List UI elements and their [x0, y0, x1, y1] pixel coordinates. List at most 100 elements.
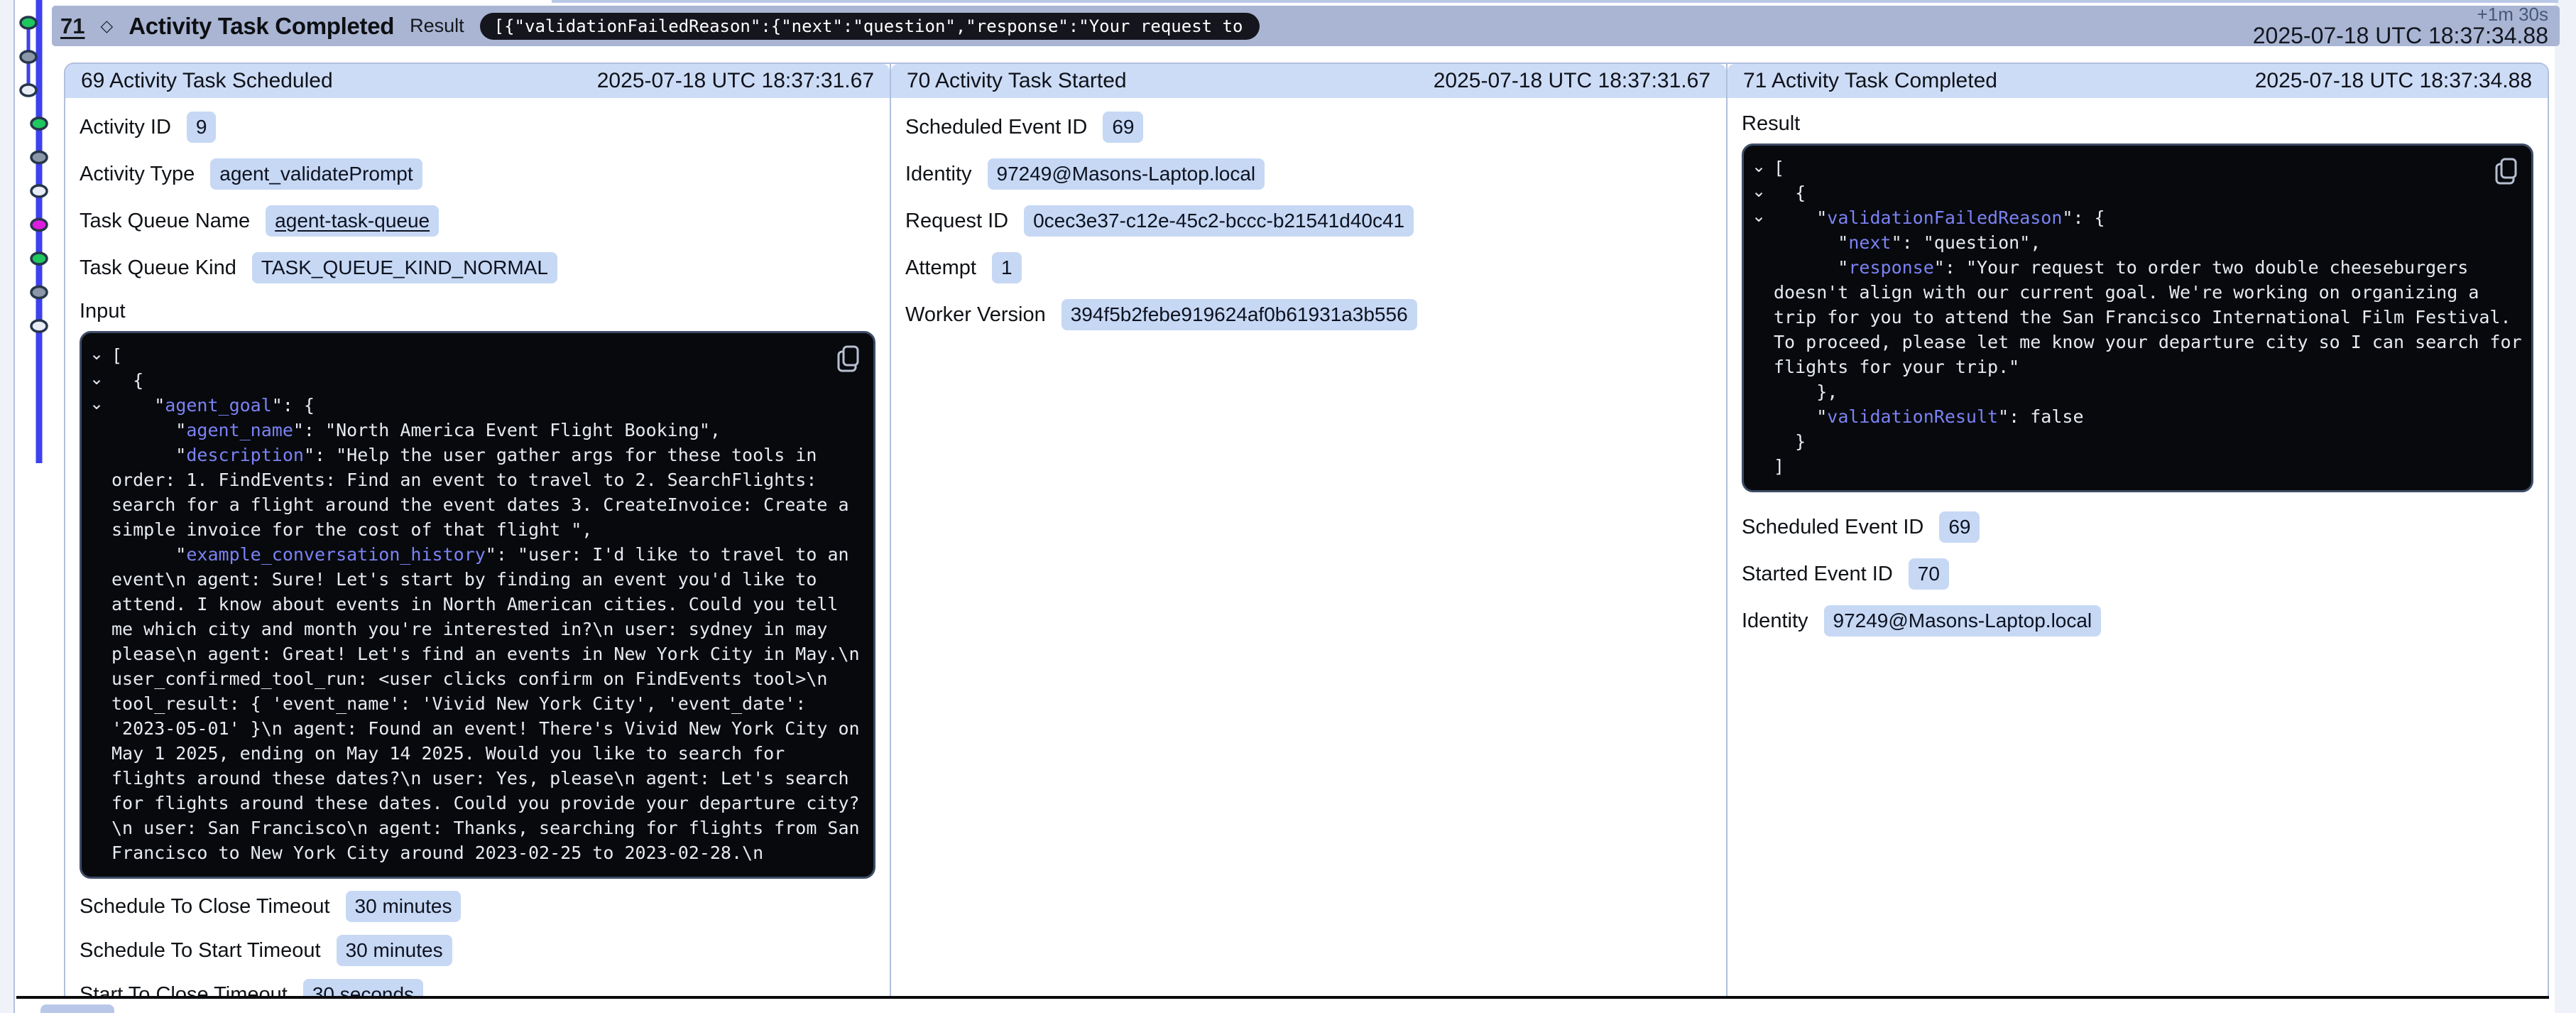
- timeline-dot[interactable]: [31, 185, 47, 197]
- field-row: Attempt1: [905, 244, 1712, 291]
- json-text: doesn't align with our current goal. We'…: [1774, 282, 2479, 303]
- field-label: Worker Version: [905, 303, 1046, 327]
- json-key: description: [186, 445, 304, 465]
- field-row: Activity Typeagent_validatePrompt: [80, 151, 875, 197]
- json-text: {: [1774, 183, 1806, 203]
- field-label: Scheduled Event ID: [905, 116, 1087, 139]
- task-queue-link[interactable]: agent-task-queue: [266, 205, 439, 237]
- field-value-badge: 70: [1909, 558, 1949, 590]
- json-text: flights around these dates?\n user: Yes,…: [111, 768, 849, 789]
- timeline-dot[interactable]: [31, 320, 47, 332]
- timeline-dot[interactable]: [31, 152, 47, 163]
- json-text: tool_result: { 'event_name': 'Vivid New …: [111, 693, 806, 714]
- code-line: "agent_name": "North America Event Fligh…: [82, 418, 865, 443]
- code-line: }: [1744, 429, 2523, 454]
- json-text: ": [1774, 257, 1848, 278]
- json-text: May 1 2025, ending on May 14 2025. Would…: [111, 743, 785, 764]
- code-line: ⌄[: [82, 343, 865, 368]
- timeline-dot[interactable]: [21, 51, 36, 63]
- collapse-caret-icon[interactable]: ⌄: [89, 391, 104, 416]
- json-text: ]: [1774, 456, 1784, 477]
- event-row-collapsed[interactable]: 71 ◇ Activity Task Completed Result [{"v…: [52, 6, 2560, 46]
- field-row: Task Queue Nameagent-task-queue: [80, 197, 875, 244]
- field-value-badge: 1: [992, 252, 1022, 283]
- code-line: event\n agent: Sure! Let's start by find…: [82, 567, 865, 592]
- json-text: user_confirmed_tool_run: <user clicks co…: [111, 668, 827, 689]
- timeline-dot[interactable]: [31, 287, 47, 298]
- field-label: Schedule To Start Timeout: [80, 939, 321, 963]
- event-detail-card: 69 Activity Task Scheduled 2025-07-18 UT…: [64, 63, 2549, 996]
- event-time-group: +1m 30s 2025-07-18 UTC 18:37:34.88: [2253, 5, 2548, 48]
- json-text: }: [1774, 431, 1806, 452]
- column-title: 71 Activity Task Completed: [1743, 69, 1997, 93]
- input-label: Input: [80, 291, 875, 331]
- json-text: ": [1774, 207, 1827, 228]
- field-value-badge: 30 minutes: [346, 891, 462, 922]
- json-text: ": [111, 445, 186, 465]
- code-line: To proceed, please let me know your depa…: [1744, 330, 2523, 354]
- column-activity-task-started: 70 Activity Task Started 2025-07-18 UTC …: [891, 64, 1728, 996]
- json-text: ": [1774, 232, 1848, 253]
- next-event-badge[interactable]: [40, 1004, 114, 1013]
- field-row: Start To Close Timeout30 seconds: [80, 973, 875, 996]
- activity-diamond-icon: ◇: [100, 16, 113, 36]
- field-label: Task Queue Kind: [80, 256, 236, 280]
- result-preview-pill[interactable]: [{"validationFailedReason":{"next":"ques…: [480, 13, 1260, 40]
- field-row: Identity 97249@Masons-Laptop.local: [905, 151, 1712, 197]
- code-line: attend. I know about events in North Ame…: [82, 592, 865, 617]
- field-row: Request ID0cec3e37-c12e-45c2-bccc-b21541…: [905, 197, 1712, 244]
- column-header: 70 Activity Task Started 2025-07-18 UTC …: [891, 64, 1726, 98]
- event-title: Activity Task Completed: [129, 13, 394, 40]
- column-title: 70 Activity Task Started: [907, 69, 1127, 93]
- code-line: order: 1. FindEvents: Find an event to t…: [82, 467, 865, 492]
- collapse-caret-icon[interactable]: ⌄: [1752, 179, 1766, 204]
- code-line: ⌄[: [1744, 156, 2523, 180]
- json-key: agent_name: [186, 420, 293, 440]
- code-line: tool_result: { 'event_name': 'Vivid New …: [82, 691, 865, 716]
- page-right-margin: [2555, 0, 2576, 1013]
- json-text: event\n agent: Sure! Let's start by find…: [111, 569, 817, 590]
- json-text: trip for you to attend the San Francisco…: [1774, 307, 2511, 327]
- code-line: ⌄ {: [1744, 180, 2523, 205]
- code-line: simple invoice for the cost of that flig…: [82, 517, 865, 542]
- code-line: for flights around these dates. Could yo…: [82, 791, 865, 816]
- field-row: Started Event ID70: [1742, 551, 2533, 597]
- field-value-badge: agent_validatePrompt: [210, 158, 422, 190]
- field-value-badge: 0cec3e37-c12e-45c2-bccc-b21541d40c41: [1024, 205, 1414, 237]
- timeline-dot[interactable]: [21, 85, 36, 96]
- code-line: flights for your trip.": [1744, 354, 2523, 379]
- timeline-dot[interactable]: [31, 253, 47, 264]
- timeline-dot[interactable]: [31, 118, 47, 129]
- code-line: trip for you to attend the San Francisco…: [1744, 305, 2523, 330]
- field-row: Scheduled Event ID69: [1742, 504, 2533, 551]
- column-activity-task-completed: 71 Activity Task Completed 2025-07-18 UT…: [1728, 64, 2548, 996]
- code-line: Francisco to New York City around 2023-0…: [82, 840, 865, 865]
- json-text: please\n agent: Great! Let's find an eve…: [111, 644, 860, 664]
- field-value-badge: 30 minutes: [337, 935, 452, 966]
- collapse-caret-icon[interactable]: ⌄: [1752, 204, 1766, 229]
- result-code-block: ⌄[⌄ {⌄ "validationFailedReason": { "next…: [1742, 143, 2533, 492]
- code-line: May 1 2025, ending on May 14 2025. Would…: [82, 741, 865, 766]
- json-text: To proceed, please let me know your depa…: [1774, 332, 2522, 352]
- collapse-caret-icon[interactable]: ⌄: [89, 367, 104, 391]
- json-text: simple invoice for the cost of that flig…: [111, 519, 592, 540]
- timeline-dot[interactable]: [31, 220, 47, 231]
- json-key: validationFailedReason: [1827, 207, 2062, 228]
- field-value-badge: 97249@Masons-Laptop.local: [988, 158, 1265, 190]
- collapse-caret-icon[interactable]: ⌄: [89, 342, 104, 367]
- event-id-link[interactable]: 71: [60, 13, 84, 39]
- code-line: ⌄ {: [82, 368, 865, 393]
- field-value-badge: TASK_QUEUE_KIND_NORMAL: [252, 252, 557, 283]
- field-value-badge: 69: [1103, 112, 1143, 143]
- collapse-caret-icon[interactable]: ⌄: [1752, 154, 1766, 179]
- field-value-badge: 97249@Masons-Laptop.local: [1824, 605, 2102, 636]
- timeline-dot[interactable]: [21, 17, 36, 28]
- json-text: for flights around these dates. Could yo…: [111, 793, 860, 813]
- json-key: agent_goal: [165, 395, 272, 416]
- json-text: ": [111, 544, 186, 565]
- field-row: Schedule To Close Timeout30 minutes: [80, 884, 875, 928]
- json-text: ": false: [1998, 406, 2083, 427]
- json-text: ": "user: I'd like to travel to an: [486, 544, 849, 565]
- json-text: attend. I know about events in North Ame…: [111, 594, 839, 614]
- field-label: Identity: [905, 163, 972, 186]
